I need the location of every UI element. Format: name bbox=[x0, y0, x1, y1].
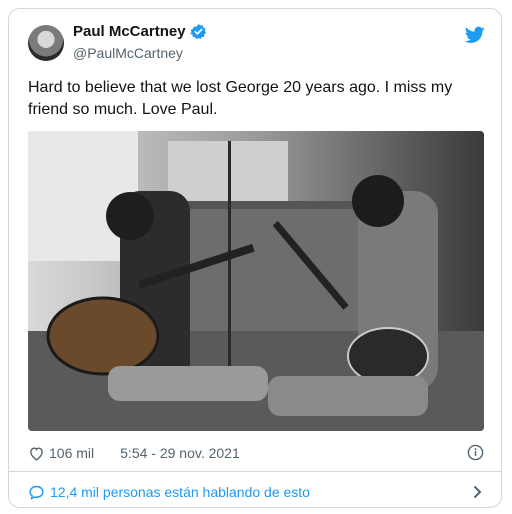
twitter-bird-icon[interactable] bbox=[465, 26, 485, 44]
tweet-photo[interactable] bbox=[28, 131, 484, 431]
info-icon[interactable] bbox=[467, 444, 484, 461]
photo-illustration bbox=[28, 131, 484, 431]
avatar[interactable] bbox=[28, 25, 64, 61]
tweet-meta: 106 mil 5:54 - 29 nov. 2021 bbox=[28, 443, 484, 463]
tweet-timestamp[interactable]: 5:54 - 29 nov. 2021 bbox=[120, 445, 240, 461]
conversation-text: 12,4 mil personas están hablando de esto bbox=[50, 484, 310, 500]
heart-icon[interactable] bbox=[28, 445, 45, 462]
author-handle[interactable]: @PaulMcCartney bbox=[73, 45, 183, 61]
tweet-card: Paul McCartney @PaulMcCartney Hard to be… bbox=[8, 8, 502, 508]
conversation-link[interactable]: 12,4 mil personas están hablando de esto bbox=[28, 481, 484, 503]
chevron-right-icon bbox=[473, 485, 482, 499]
speech-bubble-icon bbox=[29, 485, 44, 500]
like-count[interactable]: 106 mil bbox=[49, 445, 94, 461]
author-row: Paul McCartney bbox=[73, 23, 207, 40]
tweet-text: Hard to believe that we lost George 20 y… bbox=[28, 79, 453, 118]
author-name[interactable]: Paul McCartney bbox=[73, 23, 186, 40]
verified-badge-icon bbox=[189, 24, 206, 40]
divider bbox=[9, 471, 501, 472]
